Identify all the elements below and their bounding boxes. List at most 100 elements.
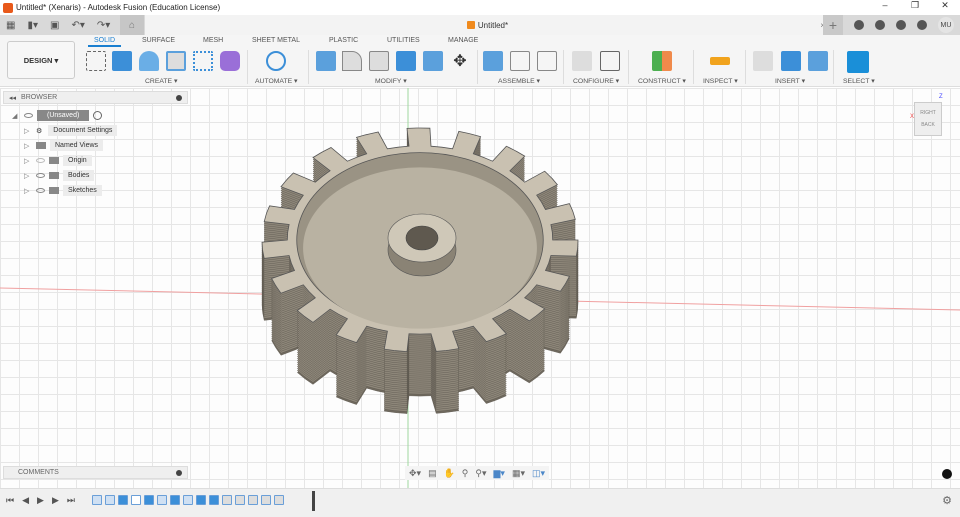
form-icon[interactable] xyxy=(220,51,240,71)
collapse-icon[interactable]: ◂◂ xyxy=(9,94,16,102)
move-icon[interactable]: ✥ xyxy=(450,51,470,71)
create-menu[interactable]: CREATE ▾ xyxy=(145,77,177,85)
insert-mcmaster-icon[interactable] xyxy=(781,51,801,71)
timeline-feature-icon[interactable] xyxy=(144,495,154,505)
canvas-icon[interactable] xyxy=(808,51,828,71)
go-to-end-icon[interactable]: ⏭ xyxy=(67,495,75,506)
extensions-icon[interactable] xyxy=(854,20,864,30)
visibility-icon[interactable] xyxy=(36,173,45,178)
select-menu[interactable]: SELECT ▾ xyxy=(843,77,875,85)
notifications-icon[interactable] xyxy=(896,20,906,30)
tab-plastic[interactable]: PLASTIC xyxy=(329,37,358,44)
assemble-menu[interactable]: ASSEMBLE ▾ xyxy=(498,77,540,85)
hidden-visibility-icon[interactable] xyxy=(36,158,45,163)
view-cube-back[interactable]: BACK xyxy=(915,119,941,131)
timeline-feature-icon[interactable] xyxy=(274,495,284,505)
add-comment-icon[interactable] xyxy=(176,469,182,476)
timeline-feature-icon[interactable] xyxy=(235,495,245,505)
tab-solid[interactable]: SOLID xyxy=(88,37,122,47)
undo-icon[interactable]: ↶▾ xyxy=(71,20,84,31)
timeline-feature-icon[interactable] xyxy=(105,495,115,505)
press-pull-icon[interactable] xyxy=(316,51,336,71)
insert-menu[interactable]: INSERT ▾ xyxy=(775,77,805,85)
step-forward-icon[interactable]: ▶ xyxy=(52,495,59,506)
step-back-icon[interactable]: ◀ xyxy=(22,495,29,506)
tab-utilities[interactable]: UTILITIES xyxy=(387,37,420,44)
app-grid-icon[interactable]: ▦ xyxy=(6,20,15,31)
file-menu-icon[interactable]: ▮▾ xyxy=(27,20,38,31)
timeline-feature-icon[interactable] xyxy=(92,495,102,505)
document-tab[interactable]: Untitled* × xyxy=(145,15,830,35)
configure-menu[interactable]: CONFIGURE ▾ xyxy=(573,77,619,85)
bom-icon[interactable] xyxy=(537,51,557,71)
home-icon[interactable]: ⌂ xyxy=(120,15,144,35)
tab-sheet-metal[interactable]: SHEET METAL xyxy=(252,37,300,44)
construct-menu[interactable]: CONSTRUCT ▾ xyxy=(638,77,686,85)
job-status-icon[interactable] xyxy=(875,20,885,30)
timeline-feature-icon[interactable] xyxy=(170,495,180,505)
timeline-feature-icon[interactable] xyxy=(157,495,167,505)
hole-icon[interactable] xyxy=(166,51,186,71)
timeline-feature-icon[interactable] xyxy=(196,495,206,505)
tab-surface[interactable]: SURFACE xyxy=(142,37,175,44)
go-to-start-icon[interactable]: ⏮ xyxy=(6,495,14,506)
revolve-icon[interactable] xyxy=(139,51,159,71)
user-avatar[interactable]: MU xyxy=(938,17,954,33)
create-sketch-icon[interactable] xyxy=(86,51,106,71)
tree-item[interactable]: ▷ Named Views xyxy=(12,138,117,153)
pin-icon[interactable] xyxy=(176,94,182,101)
close-button[interactable]: ✕ xyxy=(930,0,960,11)
automate-menu[interactable]: AUTOMATE ▾ xyxy=(255,77,297,85)
extrude-icon[interactable] xyxy=(112,51,132,71)
display-settings-icon[interactable]: ▆▾ xyxy=(494,468,505,479)
timeline-feature-icon[interactable] xyxy=(222,495,232,505)
view-cube[interactable]: RIGHT BACK xyxy=(914,102,942,136)
browser-panel-header[interactable]: ◂◂ BROWSER xyxy=(3,91,188,104)
visibility-icon[interactable] xyxy=(24,113,33,118)
comments-panel[interactable]: COMMENTS xyxy=(3,466,188,479)
zoom-icon[interactable]: ⚲ xyxy=(462,468,469,479)
tree-root[interactable]: ◢ (Unsaved) xyxy=(12,108,117,123)
timeline-feature-icon[interactable] xyxy=(131,495,141,505)
play-icon[interactable]: ▶ xyxy=(37,495,44,506)
split-body-icon[interactable] xyxy=(423,51,443,71)
tree-item[interactable]: ▷ Sketches xyxy=(12,183,117,198)
timeline-feature-icon[interactable] xyxy=(261,495,271,505)
tree-item[interactable]: ▷ ⚙ Document Settings xyxy=(12,123,118,138)
settings-gear-icon[interactable]: ⚙ xyxy=(942,494,952,507)
help-icon[interactable] xyxy=(917,20,927,30)
configuration-table-icon[interactable] xyxy=(600,51,620,71)
fit-icon[interactable]: ⚲▾ xyxy=(475,468,486,479)
look-at-icon[interactable]: ▤ xyxy=(428,468,437,479)
maximize-button[interactable]: ❐ xyxy=(900,0,930,11)
insert-derive-icon[interactable] xyxy=(753,51,773,71)
workspace-switcher[interactable]: DESIGN ▾ xyxy=(7,41,75,79)
pattern-icon[interactable] xyxy=(193,51,213,71)
timeline-feature-icon[interactable] xyxy=(183,495,193,505)
activate-radio-icon[interactable] xyxy=(93,111,103,120)
viewports-icon[interactable]: ◫▾ xyxy=(532,468,545,479)
pan-icon[interactable]: ✋ xyxy=(444,468,455,479)
redo-icon[interactable]: ↷▾ xyxy=(97,20,110,31)
view-cube-top[interactable]: RIGHT xyxy=(915,107,941,119)
tab-mesh[interactable]: MESH xyxy=(203,37,223,44)
timeline-feature-icon[interactable] xyxy=(209,495,219,505)
visibility-icon[interactable] xyxy=(36,188,45,193)
automate-icon[interactable] xyxy=(266,51,286,71)
combine-icon[interactable] xyxy=(396,51,416,71)
configure-icon[interactable] xyxy=(572,51,592,71)
modify-menu[interactable]: MODIFY ▾ xyxy=(375,77,407,85)
shell-icon[interactable] xyxy=(369,51,389,71)
fillet-icon[interactable] xyxy=(342,51,362,71)
offset-plane-icon[interactable] xyxy=(652,51,672,71)
feedback-icon[interactable] xyxy=(942,469,952,479)
new-component-icon[interactable] xyxy=(483,51,503,71)
timeline-marker[interactable] xyxy=(312,491,315,511)
select-icon[interactable] xyxy=(847,51,869,73)
grid-settings-icon[interactable]: ▦▾ xyxy=(512,468,525,479)
new-tab-icon[interactable]: + xyxy=(823,15,843,35)
tree-item[interactable]: ▷ Origin xyxy=(12,153,117,168)
measure-icon[interactable] xyxy=(710,57,730,65)
timeline-feature-icon[interactable] xyxy=(248,495,258,505)
save-icon[interactable]: ▣ xyxy=(50,20,59,31)
